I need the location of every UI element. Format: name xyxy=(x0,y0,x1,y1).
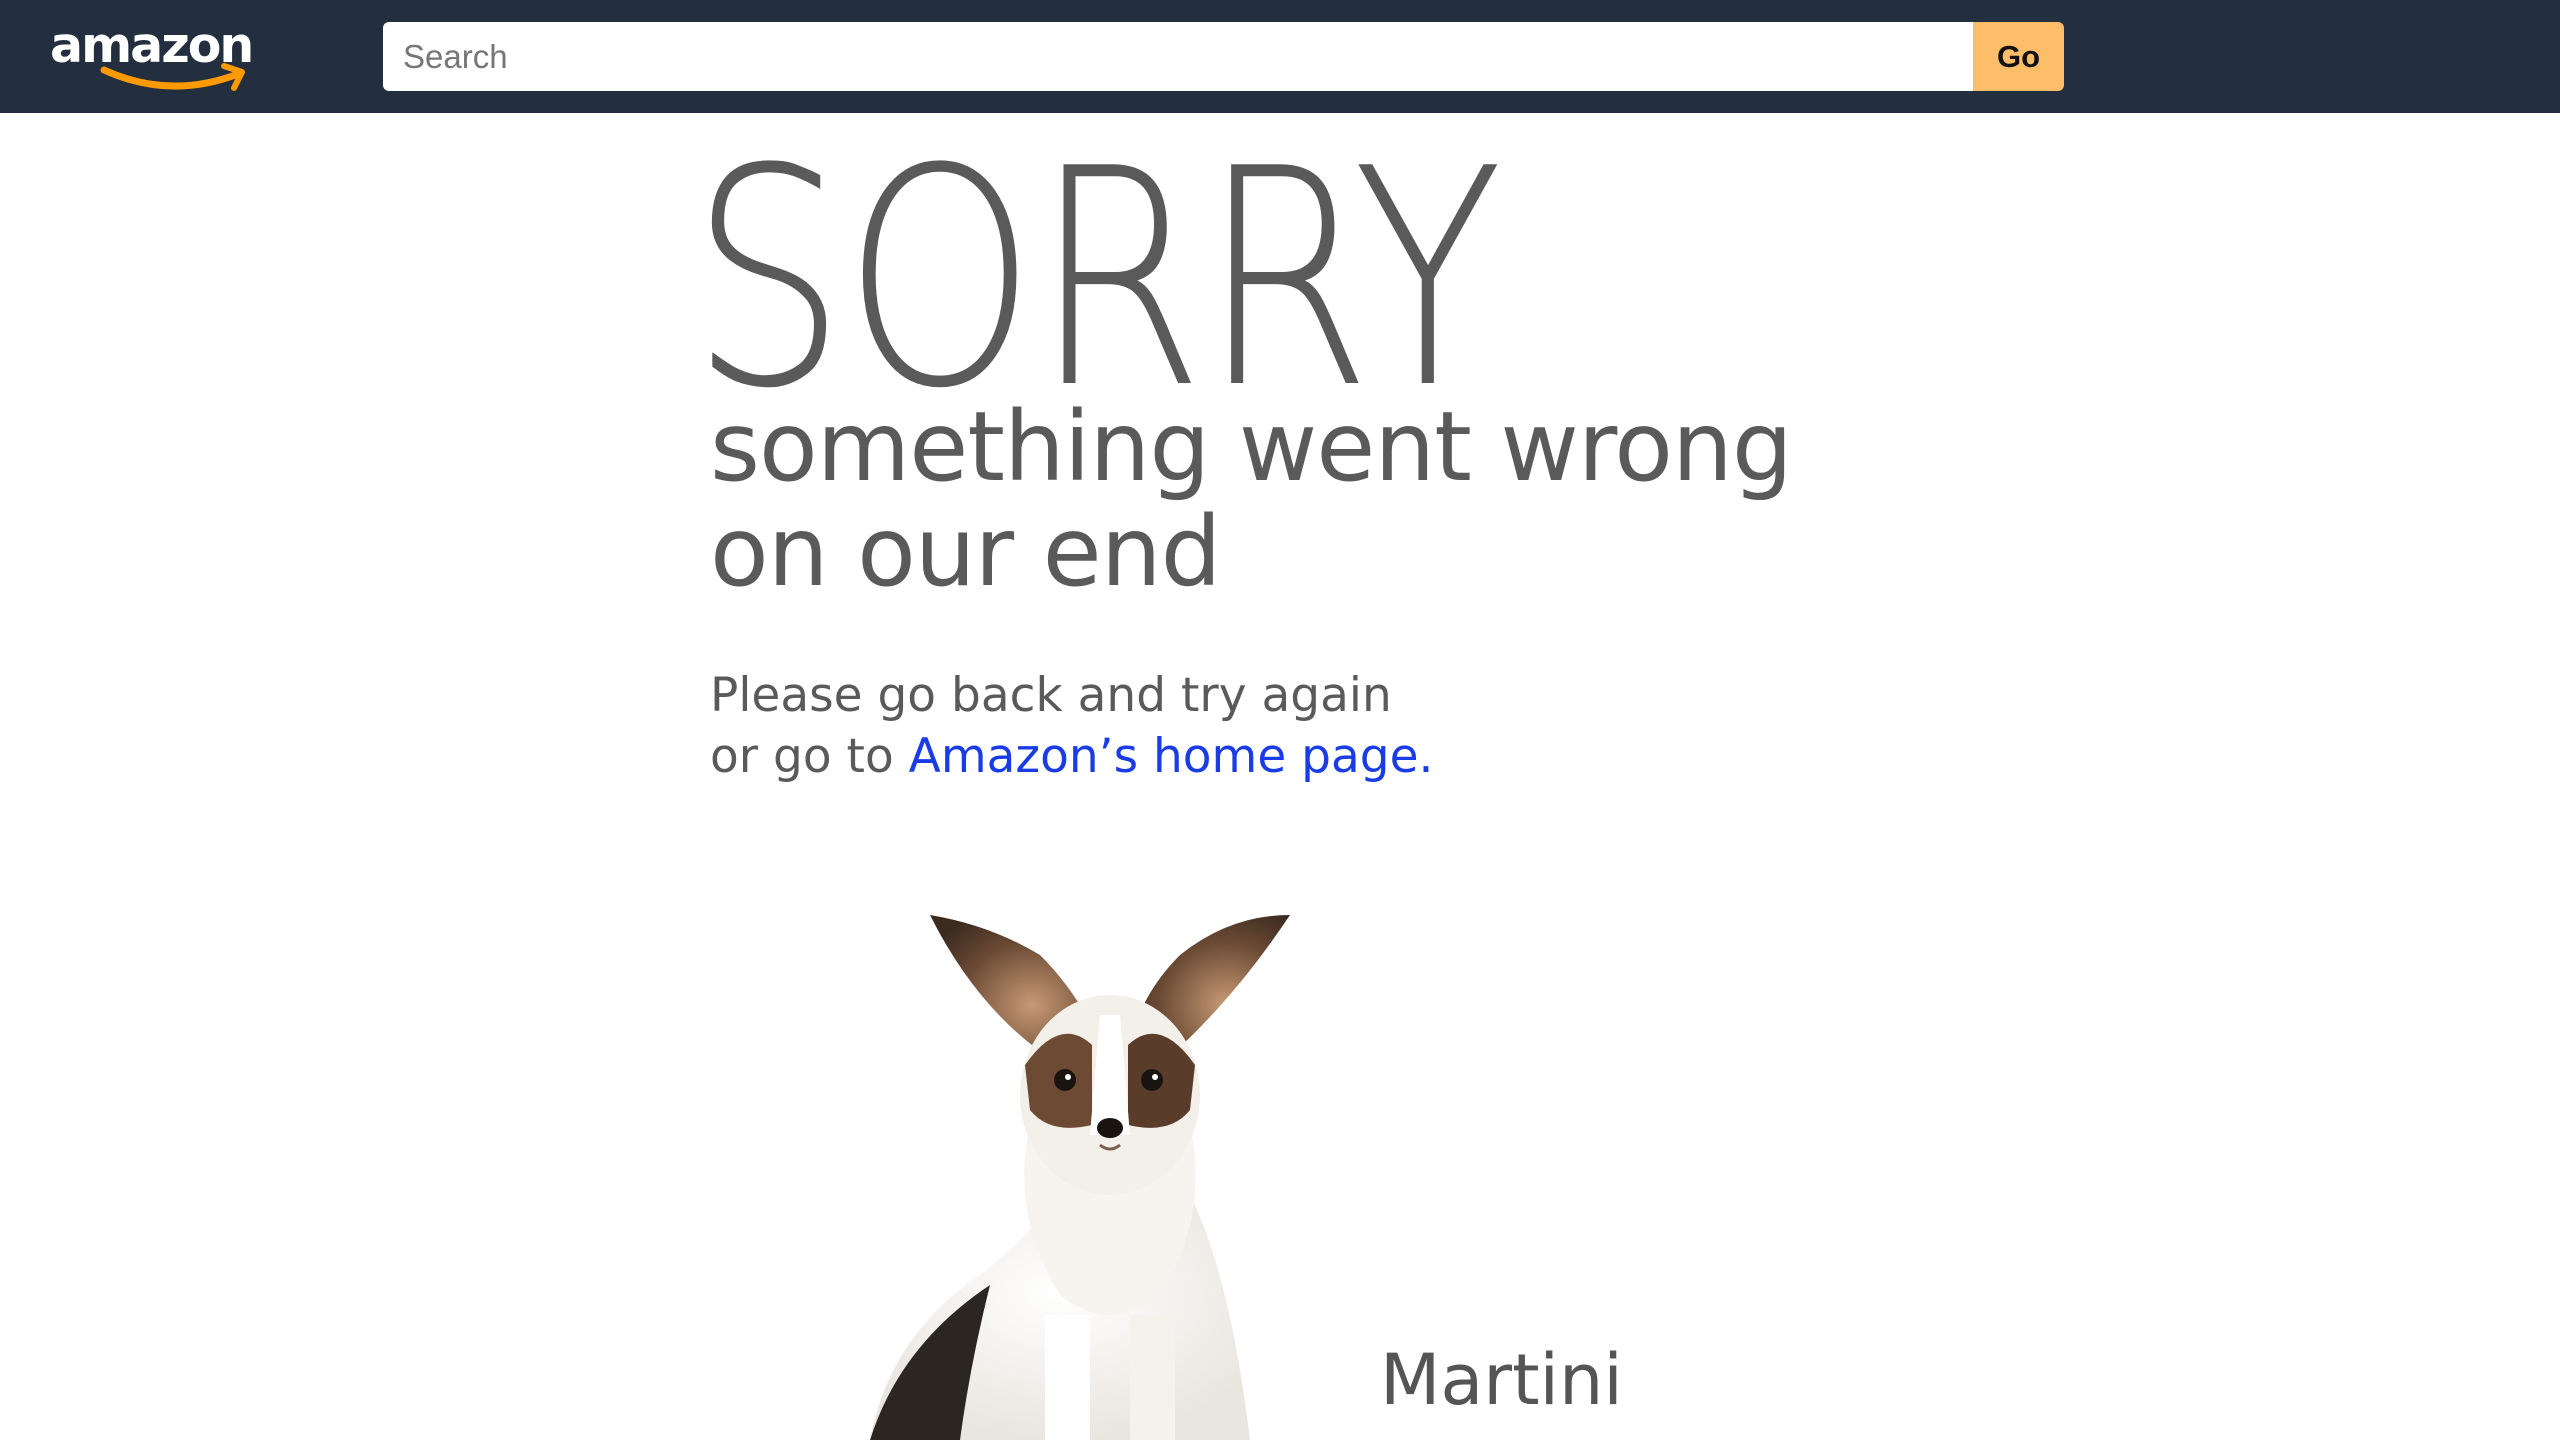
search-input[interactable] xyxy=(383,22,1974,91)
message-line-1: Please go back and try again xyxy=(710,668,1392,723)
headline-line-2: on our end xyxy=(710,496,1222,608)
smile-arrow-icon xyxy=(100,63,245,91)
error-headline: something went wrong on our end xyxy=(710,395,1910,605)
home-page-link[interactable]: Amazon’s home page. xyxy=(909,729,1434,784)
message-line-2-prefix: or go to xyxy=(710,729,909,784)
top-navigation-bar: amazon Go xyxy=(0,0,2560,113)
headline-line-1: something went wrong xyxy=(710,391,1793,503)
papillon-dog-image xyxy=(870,915,1290,1440)
error-message: Please go back and try again or go to Am… xyxy=(710,665,1434,787)
search-form: Go xyxy=(383,22,2064,91)
amazon-logo[interactable]: amazon xyxy=(50,16,260,91)
go-button[interactable]: Go xyxy=(1973,22,2064,91)
sorry-title: SORRY xyxy=(690,105,1503,454)
dog-name: Martini xyxy=(1380,1339,1623,1421)
dog-photo xyxy=(830,895,1390,1440)
message-line-2: or go to Amazon’s home page. xyxy=(710,726,1434,787)
